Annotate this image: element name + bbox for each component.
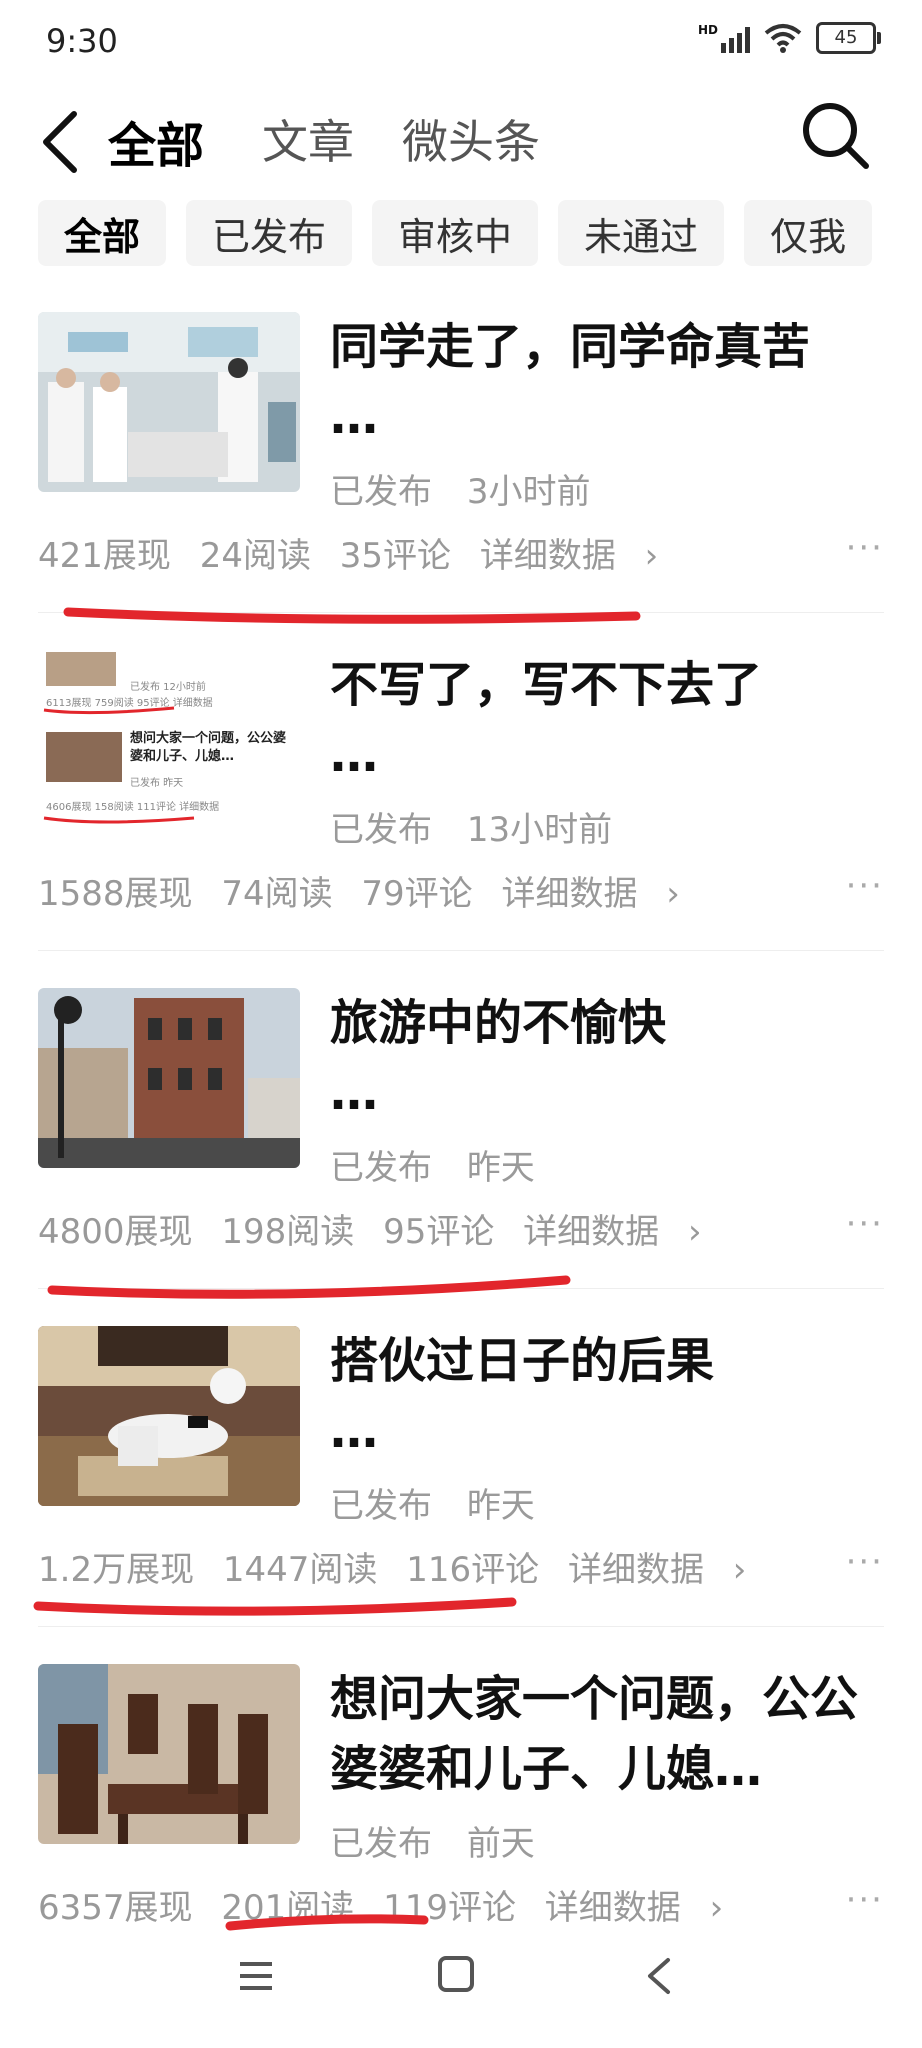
red-underline-4 — [33, 1597, 517, 1616]
red-underline-1 — [63, 607, 641, 624]
home-square-icon[interactable] — [436, 1954, 476, 1994]
red-underline-5 — [225, 1914, 429, 1931]
menu-icon[interactable] — [236, 1956, 276, 1996]
nav-back-icon[interactable] — [640, 1954, 680, 1998]
red-underline-3 — [47, 1275, 571, 1299]
red-underline-overlay — [33, 607, 641, 1931]
system-nav-bar — [0, 1930, 922, 2030]
